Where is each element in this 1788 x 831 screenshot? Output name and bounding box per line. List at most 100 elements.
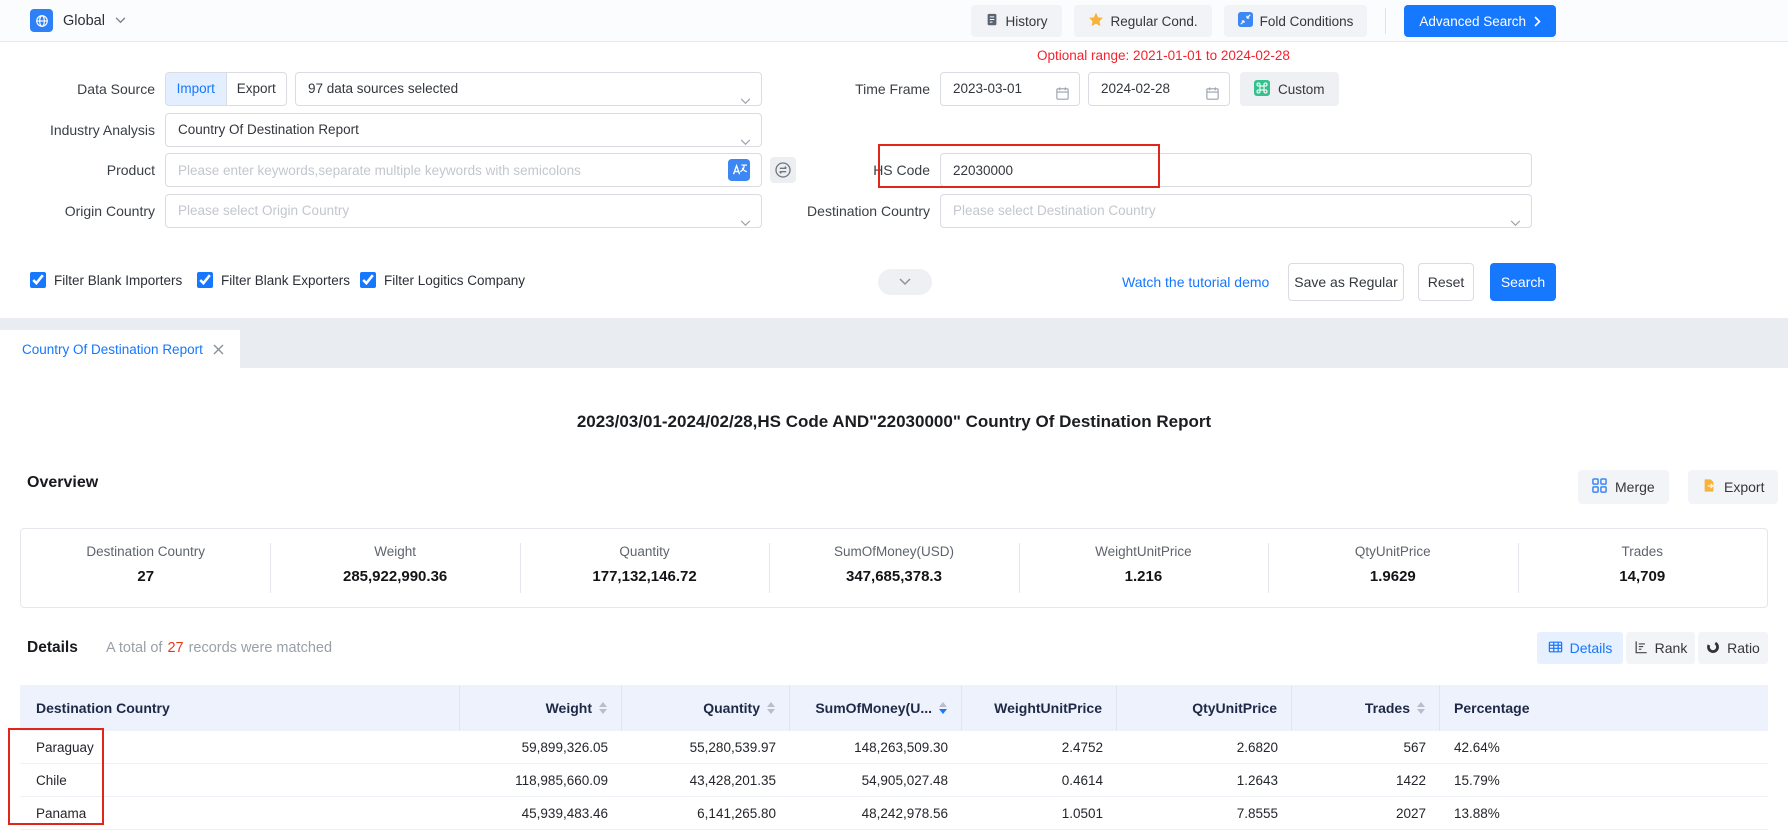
- origin-country-select[interactable]: Please select Origin Country: [165, 194, 762, 228]
- destination-country-select[interactable]: Please select Destination Country: [940, 194, 1532, 228]
- tab-title: Country Of Destination Report: [22, 342, 203, 357]
- star-icon: [1088, 12, 1104, 31]
- checkbox-icon[interactable]: [30, 272, 46, 288]
- row-product: Product HS Code: [0, 153, 1788, 187]
- cell-sum-of-money: 48,242,978.56: [790, 806, 962, 821]
- export-icon: [1702, 478, 1716, 496]
- sort-icon[interactable]: [599, 702, 607, 714]
- import-export-segment: Import Export: [165, 72, 287, 106]
- custom-label: Custom: [1278, 82, 1325, 97]
- merge-label: Merge: [1615, 479, 1655, 495]
- column-header-quantity[interactable]: Quantity: [622, 685, 790, 731]
- save-as-regular-button[interactable]: Save as Regular: [1288, 263, 1404, 301]
- column-label: Destination Country: [36, 700, 170, 716]
- view-rank-label: Rank: [1655, 640, 1688, 656]
- chevron-down-icon: [740, 126, 751, 147]
- reset-button[interactable]: Reset: [1418, 263, 1474, 301]
- sort-icon-active-desc[interactable]: [939, 702, 947, 714]
- app-root: Global History Regular Cond.: [0, 0, 1788, 831]
- divider: [1385, 8, 1386, 34]
- row-industry-analysis: Industry Analysis Country Of Destination…: [0, 113, 1788, 147]
- sort-icon[interactable]: [1417, 702, 1425, 714]
- checkbox-icon[interactable]: [197, 272, 213, 288]
- table-view-icon: [1548, 640, 1563, 657]
- merge-icon: [1592, 478, 1607, 496]
- date-from-value: 2023-03-01: [953, 81, 1022, 96]
- chevron-down-icon: [1510, 207, 1521, 228]
- report-tab-bar: Country Of Destination Report: [0, 318, 1788, 368]
- hs-code-input[interactable]: [940, 153, 1532, 187]
- sort-icon[interactable]: [767, 702, 775, 714]
- topbar-actions: History Regular Cond. Fold Conditions Ad…: [971, 5, 1556, 37]
- expand-conditions-button[interactable]: [878, 269, 932, 295]
- history-label: History: [1006, 14, 1048, 29]
- column-label: WeightUnitPrice: [994, 700, 1102, 716]
- stat-trades: Trades 14,709: [1518, 529, 1767, 607]
- column-header-weight[interactable]: Weight: [460, 685, 622, 731]
- translate-icon[interactable]: [728, 159, 750, 186]
- fold-icon: [1238, 12, 1253, 30]
- filter-blank-importers-label: Filter Blank Importers: [54, 273, 182, 288]
- tab-country-of-destination-report[interactable]: Country Of Destination Report: [0, 330, 240, 368]
- cell-percentage: 42.64%: [1440, 740, 1768, 755]
- cell-trades: 2027: [1292, 806, 1440, 821]
- view-toggle-ratio[interactable]: Ratio: [1698, 632, 1768, 664]
- origin-country-placeholder: Please select Origin Country: [178, 203, 349, 218]
- stat-value: 27: [21, 568, 270, 585]
- region-switcher[interactable]: Global: [30, 9, 126, 32]
- cell-quantity: 43,428,201.35: [622, 773, 790, 788]
- table-row[interactable]: Panama 45,939,483.46 6,141,265.80 48,242…: [20, 797, 1768, 830]
- filter-blank-importers-checkbox[interactable]: Filter Blank Importers: [30, 272, 182, 288]
- bar-chart-icon: [1634, 640, 1648, 657]
- export-toggle[interactable]: Export: [227, 73, 287, 105]
- stat-sum-of-money: SumOfMoney(USD) 347,685,378.3: [769, 529, 1018, 607]
- cell-trades: 567: [1292, 740, 1440, 755]
- filter-blank-exporters-label: Filter Blank Exporters: [221, 273, 350, 288]
- fold-conditions-button[interactable]: Fold Conditions: [1224, 5, 1368, 37]
- match-summary: A total of27records were matched: [106, 630, 332, 666]
- merge-button[interactable]: Merge: [1578, 470, 1669, 504]
- details-table: Destination Country Weight Quantity SumO…: [20, 685, 1768, 830]
- regular-cond-button[interactable]: Regular Cond.: [1074, 5, 1212, 37]
- export-button[interactable]: Export: [1688, 470, 1778, 504]
- view-toggle-rank[interactable]: Rank: [1626, 632, 1695, 664]
- stat-value: 347,685,378.3: [769, 568, 1018, 585]
- column-header-sum-of-money[interactable]: SumOfMoney(U...: [790, 685, 962, 731]
- import-toggle[interactable]: Import: [166, 73, 227, 105]
- view-details-label: Details: [1570, 640, 1613, 656]
- data-source-label: Data Source: [0, 72, 155, 106]
- cell-quantity: 55,280,539.97: [622, 740, 790, 755]
- column-header-trades[interactable]: Trades: [1292, 685, 1440, 731]
- chevron-down-icon: [740, 85, 751, 106]
- column-label: Trades: [1365, 700, 1410, 716]
- search-filters-panel: Optional range: 2021-01-01 to 2024-02-28…: [0, 42, 1788, 318]
- industry-analysis-select[interactable]: Country Of Destination Report: [165, 113, 762, 147]
- view-toggle-details[interactable]: Details: [1537, 632, 1623, 664]
- table-row[interactable]: Paraguay 59,899,326.05 55,280,539.97 148…: [20, 731, 1768, 764]
- advanced-search-button[interactable]: Advanced Search: [1404, 5, 1556, 37]
- cell-trades: 1422: [1292, 773, 1440, 788]
- stat-label: Trades: [1518, 544, 1767, 559]
- product-keywords-input[interactable]: [165, 153, 762, 187]
- checkbox-icon[interactable]: [360, 272, 376, 288]
- cell-destination-country: Chile: [20, 773, 460, 788]
- date-from-input[interactable]: 2023-03-01: [940, 72, 1080, 106]
- cell-quantity: 6,141,265.80: [622, 806, 790, 821]
- custom-range-button[interactable]: Custom: [1240, 72, 1339, 106]
- date-to-value: 2024-02-28: [1101, 81, 1170, 96]
- tutorial-demo-link[interactable]: Watch the tutorial demo: [1122, 262, 1269, 302]
- date-to-input[interactable]: 2024-02-28: [1088, 72, 1230, 106]
- stat-label: Quantity: [520, 544, 769, 559]
- stat-label: Destination Country: [21, 544, 270, 559]
- top-bar: Global History Regular Cond.: [0, 0, 1788, 42]
- table-row[interactable]: Chile 118,985,660.09 43,428,201.35 54,90…: [20, 764, 1768, 797]
- stat-weight: Weight 285,922,990.36: [270, 529, 519, 607]
- close-icon[interactable]: [213, 344, 224, 355]
- filter-logistics-company-checkbox[interactable]: Filter Logitics Company: [360, 272, 525, 288]
- filter-blank-exporters-checkbox[interactable]: Filter Blank Exporters: [197, 272, 350, 288]
- history-button[interactable]: History: [971, 5, 1062, 37]
- data-sources-select[interactable]: 97 data sources selected: [295, 72, 762, 106]
- search-button[interactable]: Search: [1490, 263, 1556, 301]
- regular-cond-label: Regular Cond.: [1111, 14, 1198, 29]
- custom-icon: [1254, 80, 1270, 99]
